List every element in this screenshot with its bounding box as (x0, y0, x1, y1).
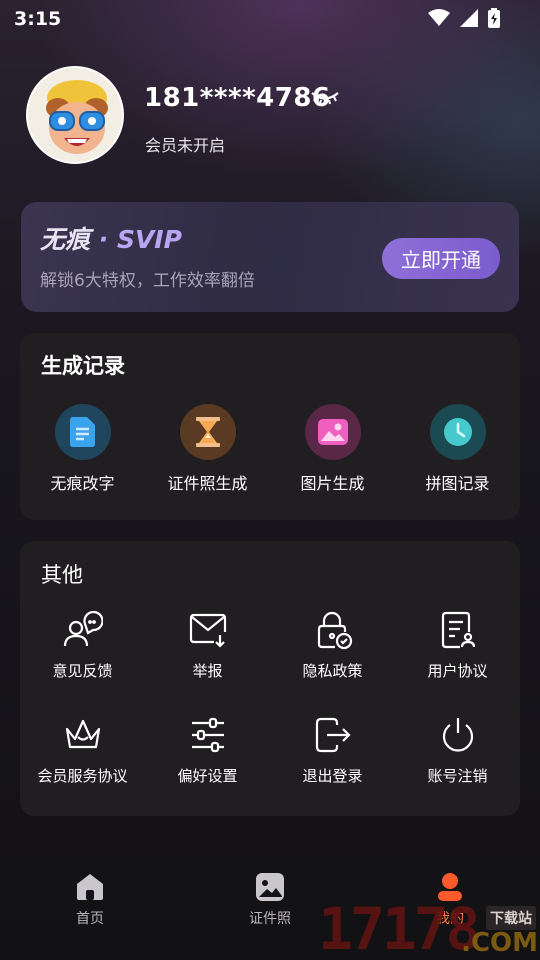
records-title: 生成记录 (41, 354, 125, 378)
vip-title-main: 无痕 (40, 225, 91, 254)
logout-label: 退出登录 (302, 767, 363, 785)
member-service-agreement-label: 会员服务协议 (37, 767, 128, 785)
user-agreement-icon (436, 608, 480, 652)
activate-vip-button[interactable]: 立即开通 (382, 238, 500, 279)
member-status: 会员未开启 (145, 136, 226, 155)
signal-icon (460, 9, 478, 27)
record-item-label: 图片生成 (300, 474, 365, 493)
record-item-collage[interactable]: 拼图记录 (395, 404, 520, 494)
cartoon-avatar-image (28, 68, 122, 162)
logout-icon (311, 713, 355, 757)
watermark-download: 下载站 (486, 906, 536, 930)
privacy-policy-button[interactable]: 隐私政策 (270, 608, 395, 681)
record-item-text-edit[interactable]: 无痕改字 (20, 404, 145, 494)
record-item-label: 证件照生成 (167, 474, 248, 493)
vip-title-tier: SVIP (116, 225, 182, 254)
report-mail-icon (186, 608, 230, 652)
user-agreement-button[interactable]: 用户协议 (395, 608, 520, 681)
member-service-agreement-button[interactable]: 会员服务协议 (20, 713, 145, 786)
vip-title: 无痕 · SVIP (40, 220, 182, 256)
nav-home[interactable]: 首页 (40, 872, 140, 928)
avatar[interactable] (26, 66, 124, 164)
delete-account-button[interactable]: 账号注销 (395, 713, 520, 786)
record-item-image-gen[interactable]: 图片生成 (270, 404, 395, 494)
document-icon (54, 404, 111, 460)
nav-home-label: 首页 (76, 911, 104, 927)
hide-number-icon[interactable] (310, 90, 340, 110)
privacy-policy-label: 隐私政策 (302, 662, 363, 680)
user-agreement-label: 用户协议 (427, 662, 488, 680)
image-icon (304, 404, 361, 460)
user-phone: 181****4786 (144, 83, 331, 113)
hourglass-icon (179, 404, 236, 460)
site-watermark: 17178 下载站 .COM (318, 898, 540, 960)
home-icon (77, 874, 103, 900)
report-label: 举报 (192, 662, 223, 680)
record-item-id-photo[interactable]: 证件照生成 (145, 404, 270, 494)
other-title: 其他 (41, 563, 83, 587)
report-button[interactable]: 举报 (145, 608, 270, 681)
logout-button[interactable]: 退出登录 (270, 713, 395, 786)
record-item-label: 拼图记录 (425, 474, 490, 493)
feedback-label: 意见反馈 (52, 662, 113, 680)
delete-account-label: 账号注销 (427, 767, 488, 785)
status-time: 3:15 (14, 8, 62, 30)
wifi-icon (428, 9, 450, 26)
sliders-icon (186, 713, 230, 757)
preferences-label: 偏好设置 (177, 767, 238, 785)
feedback-icon (61, 608, 105, 652)
crown-icon (61, 713, 105, 757)
vip-subtitle: 解锁6大特权，工作效率翻倍 (40, 271, 255, 291)
watermark-digits: 17178 (318, 895, 481, 960)
nav-id-photo-label: 证件照 (249, 911, 291, 927)
status-icons (428, 8, 500, 28)
vip-title-dot: · (98, 225, 109, 254)
clock-icon (429, 404, 486, 460)
nav-id-photo[interactable]: 证件照 (220, 872, 320, 928)
power-icon (436, 713, 480, 757)
record-item-label: 无痕改字 (50, 474, 115, 493)
id-photo-icon (256, 873, 284, 901)
battery-icon (488, 8, 500, 28)
privacy-lock-icon (311, 608, 355, 652)
feedback-button[interactable]: 意见反馈 (20, 608, 145, 681)
watermark-suffix: .COM (461, 928, 538, 958)
preferences-button[interactable]: 偏好设置 (145, 713, 270, 786)
